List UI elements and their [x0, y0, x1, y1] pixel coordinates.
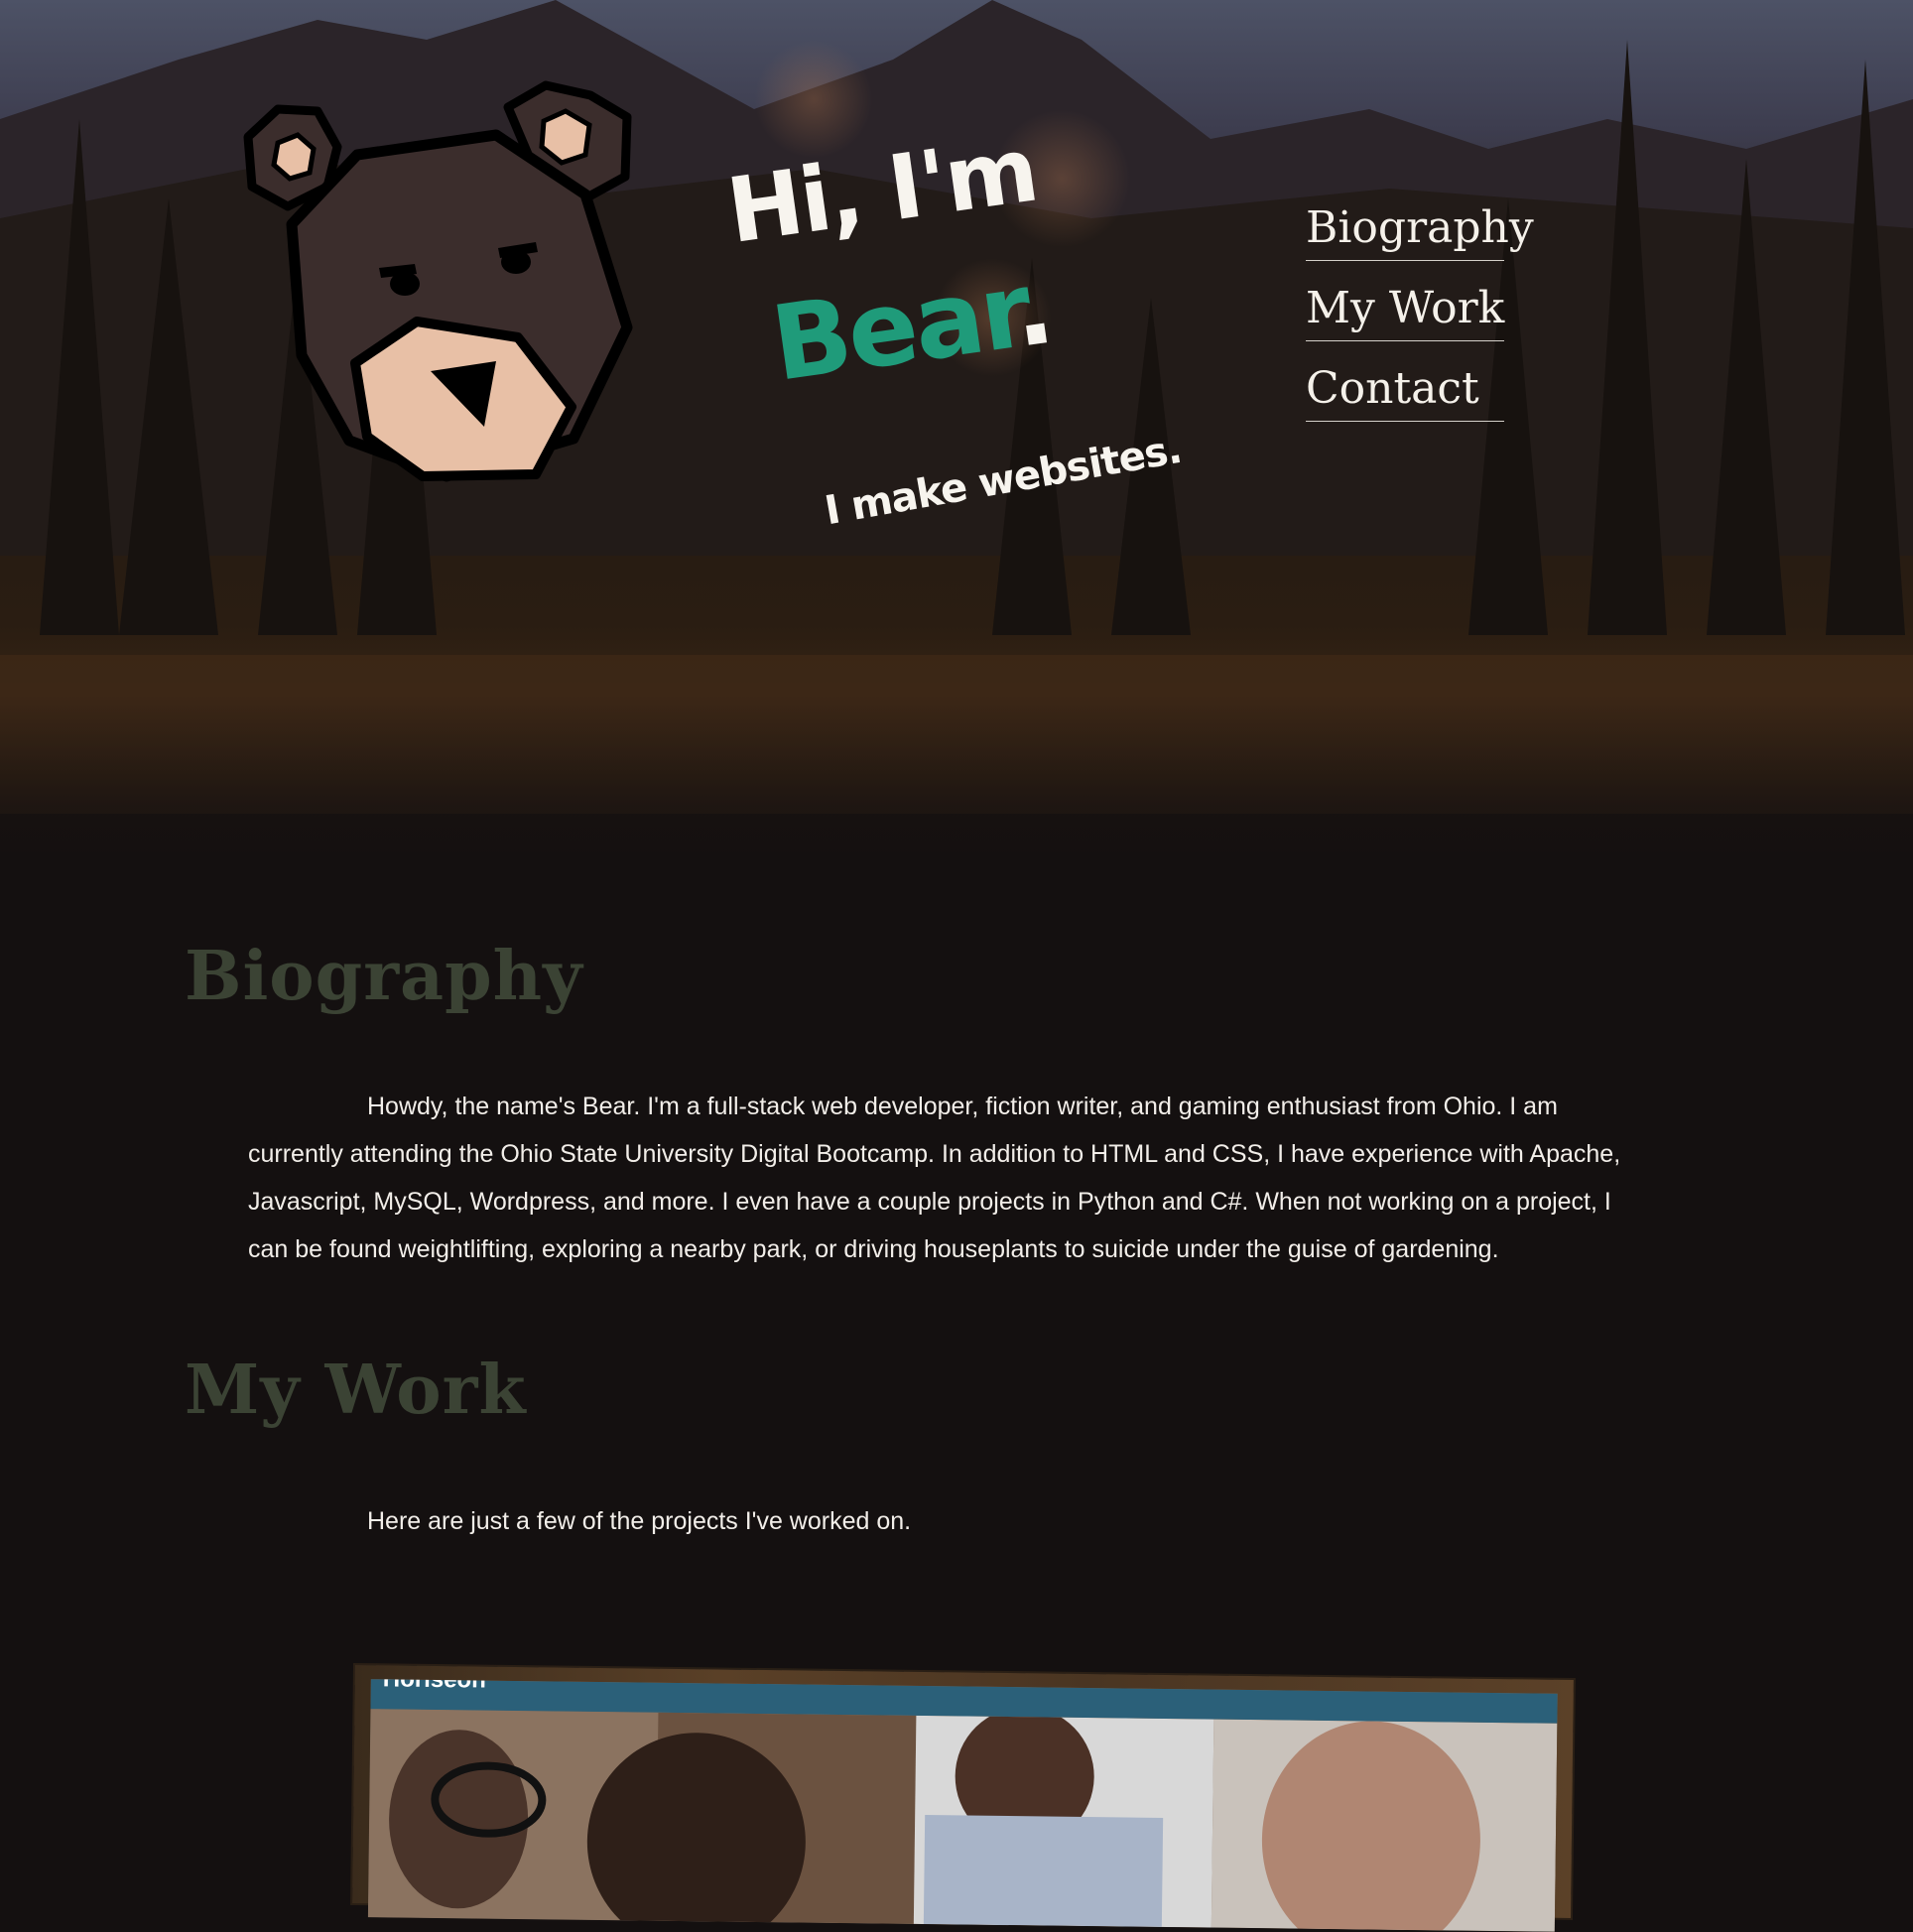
nav-link-my-work[interactable]: My Work [1306, 279, 1504, 341]
bear-head-icon [243, 80, 633, 482]
project-screenshot[interactable]: Horiseon [367, 1679, 1558, 1932]
project-brand: Horiseon [382, 1679, 487, 1694]
project-hero-photo [367, 1709, 1558, 1932]
biography-heading: Biography [185, 937, 583, 1016]
nav-link-biography[interactable]: Biography [1306, 198, 1534, 261]
my-work-heading: My Work [185, 1351, 527, 1430]
main-nav: Biography My Work Contact [1306, 198, 1534, 440]
my-work-intro: Here are just a few of the projects I've… [367, 1507, 912, 1535]
hero-fade [0, 695, 1913, 893]
hero-banner: Hi, I'm Bear. I make websites. Biography… [0, 0, 1913, 893]
project-card[interactable]: Horiseon [352, 1665, 1574, 1932]
biography-text: Howdy, the name's Bear. I'm a full-stack… [248, 1093, 1621, 1263]
nav-link-contact[interactable]: Contact [1306, 359, 1504, 422]
